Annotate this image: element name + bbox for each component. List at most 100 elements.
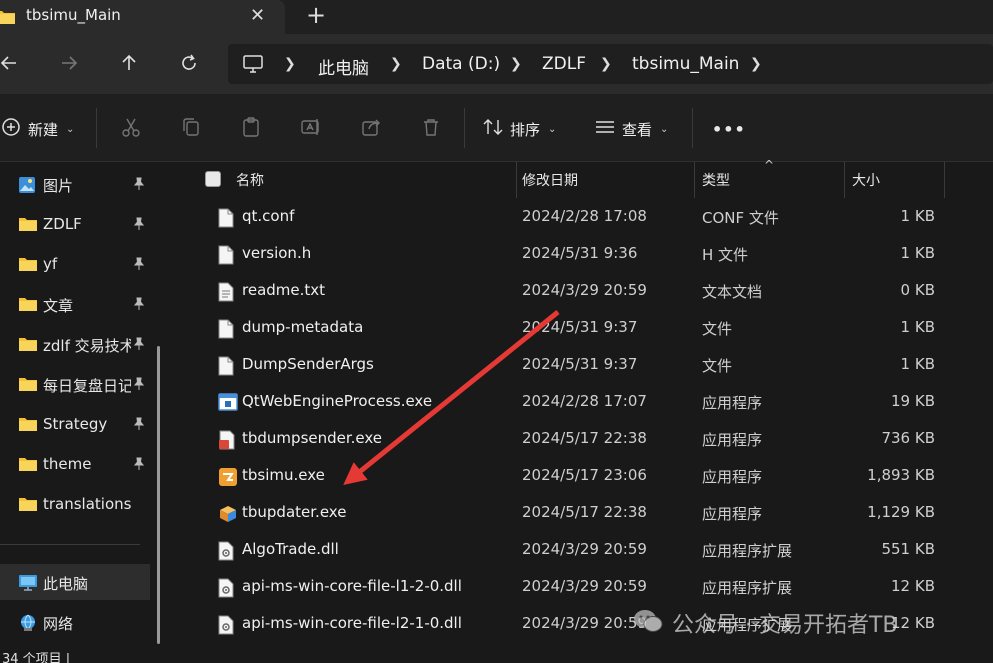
tab-tbsimu-main[interactable]: tbsimu_Main ✕: [0, 0, 285, 34]
file-size: 12 KB: [891, 577, 935, 595]
pin-icon: [132, 457, 146, 475]
chevron-right-icon[interactable]: ❯: [600, 56, 612, 72]
app-window-icon: [218, 393, 238, 415]
file-name: readme.txt: [242, 281, 326, 299]
sidebar-item-label: zdlf 交易技术: [43, 337, 131, 355]
column-divider[interactable]: [694, 162, 695, 198]
file-row[interactable]: version.h 2024/5/31 9:36 H 文件 1 KB: [180, 236, 993, 273]
file-name: AlgoTrade.dll: [242, 540, 339, 558]
file-row[interactable]: DumpSenderArgs 2024/5/31 9:37 文件 1 KB: [180, 347, 993, 384]
sidebar-item-zdlf-trading-tech[interactable]: zdlf 交易技术: [0, 326, 150, 362]
sidebar-item-yf[interactable]: yf: [0, 246, 150, 282]
address-bar[interactable]: ❯ 此电脑 ❯ Data (D:) ❯ ZDLF ❯ tbsimu_Main ❯: [228, 44, 993, 84]
breadcrumb-this-pc[interactable]: 此电脑: [318, 54, 369, 79]
watermark: 公众号 · 交易开拓者TB: [632, 608, 898, 638]
view-button[interactable]: 查看 ⌄: [594, 116, 668, 142]
select-all-checkbox[interactable]: [205, 171, 221, 187]
file-type: 文件: [702, 320, 733, 338]
chevron-right-icon[interactable]: ❯: [284, 56, 296, 72]
column-header-name[interactable]: 名称: [236, 170, 264, 190]
file-icon: [218, 208, 234, 232]
column-divider[interactable]: [516, 162, 517, 198]
file-row[interactable]: AlgoTrade.dll 2024/3/29 20:59 应用程序扩展 551 KB: [180, 532, 993, 569]
pictures-icon: [18, 176, 36, 198]
folder-icon: [18, 496, 38, 516]
file-icon: [218, 245, 234, 269]
copy-icon: [180, 116, 202, 142]
sidebar-item-daily-review[interactable]: 每日复盘日记: [0, 366, 150, 402]
file-row[interactable]: tbdumpsender.exe 2024/5/17 22:38 应用程序 736 K…: [180, 421, 993, 458]
delete-icon: [420, 116, 442, 142]
sidebar-scrollbar[interactable]: [157, 346, 160, 644]
plus-icon[interactable]: +: [306, 1, 326, 29]
chevron-right-icon[interactable]: ❯: [510, 56, 522, 72]
sidebar-item-translations[interactable]: translations: [0, 486, 150, 522]
file-size: 1 KB: [900, 318, 935, 336]
dll-icon: [218, 615, 234, 639]
file-row[interactable]: qt.conf 2024/2/28 17:08 CONF 文件 1 KB: [180, 199, 993, 236]
sort-icon: [482, 116, 504, 142]
navigation-pane: 图片 ZDLF yf 文章 zdlf 交易技术 每日复盘日记 Strategy …: [0, 162, 172, 648]
sidebar-item-articles[interactable]: 文章: [0, 286, 150, 322]
file-name: dump-metadata: [242, 318, 364, 336]
breadcrumb-zdlf[interactable]: ZDLF: [542, 54, 586, 74]
sidebar-item-zdlf[interactable]: ZDLF: [0, 206, 150, 242]
column-divider[interactable]: [844, 162, 845, 198]
column-header-size[interactable]: 大小: [852, 170, 880, 190]
more-icon: •••: [712, 119, 746, 139]
column-header-type[interactable]: 类型: [702, 170, 730, 190]
sidebar-item-theme[interactable]: theme: [0, 446, 150, 482]
arrow-right-icon[interactable]: [56, 50, 82, 76]
arrow-up-icon[interactable]: [116, 50, 142, 76]
new-button[interactable]: 新建 ⌄: [0, 116, 74, 142]
copy-button[interactable]: [180, 116, 202, 142]
rename-icon: [300, 116, 322, 142]
sidebar-item-label: 图片: [43, 177, 74, 195]
file-row[interactable]: readme.txt 2024/3/29 20:59 文本文档 0 KB: [180, 273, 993, 310]
file-row[interactable]: api-ms-win-core-file-l1-2-0.dll 2024/3/29…: [180, 569, 993, 606]
sidebar-item-network[interactable]: 网络: [0, 604, 150, 640]
file-modified-date: 2024/2/28 17:07: [522, 392, 647, 410]
file-modified-date: 2024/5/17 22:38: [522, 429, 647, 447]
sort-button[interactable]: 排序 ⌄: [482, 116, 556, 142]
share-button[interactable]: [360, 116, 382, 142]
file-name: qt.conf: [242, 207, 295, 225]
file-size: 1 KB: [900, 207, 935, 225]
column-header-date[interactable]: 修改日期: [522, 170, 578, 190]
file-row[interactable]: tbsimu.exe 2024/5/17 23:06 应用程序 1,893 KB: [180, 458, 993, 495]
chevron-down-icon: ⌄: [548, 123, 557, 135]
sort-label: 排序: [510, 120, 541, 139]
folder-icon: [18, 256, 38, 276]
folder-icon: [18, 296, 38, 316]
chevron-down-icon: ⌄: [660, 123, 669, 135]
new-label: 新建: [28, 120, 59, 139]
rename-button[interactable]: [300, 116, 322, 142]
pin-icon: [132, 337, 146, 355]
arrow-left-icon[interactable]: [0, 50, 22, 76]
delete-button[interactable]: [420, 116, 442, 142]
file-row[interactable]: tbupdater.exe 2024/5/17 22:38 应用程序 1,129 KB: [180, 495, 993, 532]
chevron-right-icon[interactable]: ❯: [750, 56, 762, 72]
file-type: H 文件: [702, 246, 749, 264]
file-row[interactable]: dump-metadata 2024/5/31 9:37 文件 1 KB: [180, 310, 993, 347]
column-header-row: 名称 修改日期 ^ 类型 大小: [180, 158, 993, 198]
sidebar-item-strategy[interactable]: Strategy: [0, 406, 150, 442]
paste-button[interactable]: [240, 116, 262, 142]
sidebar-item-label: yf: [43, 255, 58, 273]
chevron-down-icon: ⌄: [66, 123, 75, 135]
file-type: 应用程序: [702, 468, 763, 486]
folder-icon: [18, 376, 38, 396]
pin-icon: [132, 257, 146, 275]
refresh-icon[interactable]: [176, 50, 202, 76]
close-icon[interactable]: ✕: [250, 5, 265, 26]
item-count: 34 个项目 |: [2, 652, 71, 663]
file-row[interactable]: QtWebEngineProcess.exe 2024/2/28 17:07 应用程…: [180, 384, 993, 421]
sidebar-item-pictures[interactable]: 图片: [0, 166, 150, 202]
chevron-right-icon[interactable]: ❯: [390, 56, 402, 72]
breadcrumb-tbsimu-main[interactable]: tbsimu_Main: [632, 54, 739, 74]
cut-button[interactable]: [120, 116, 142, 142]
column-divider[interactable]: [944, 162, 945, 198]
more-options-button[interactable]: •••: [712, 116, 746, 142]
sidebar-item-this-pc[interactable]: 此电脑: [0, 564, 150, 600]
breadcrumb-data-drive[interactable]: Data (D:): [422, 54, 500, 74]
